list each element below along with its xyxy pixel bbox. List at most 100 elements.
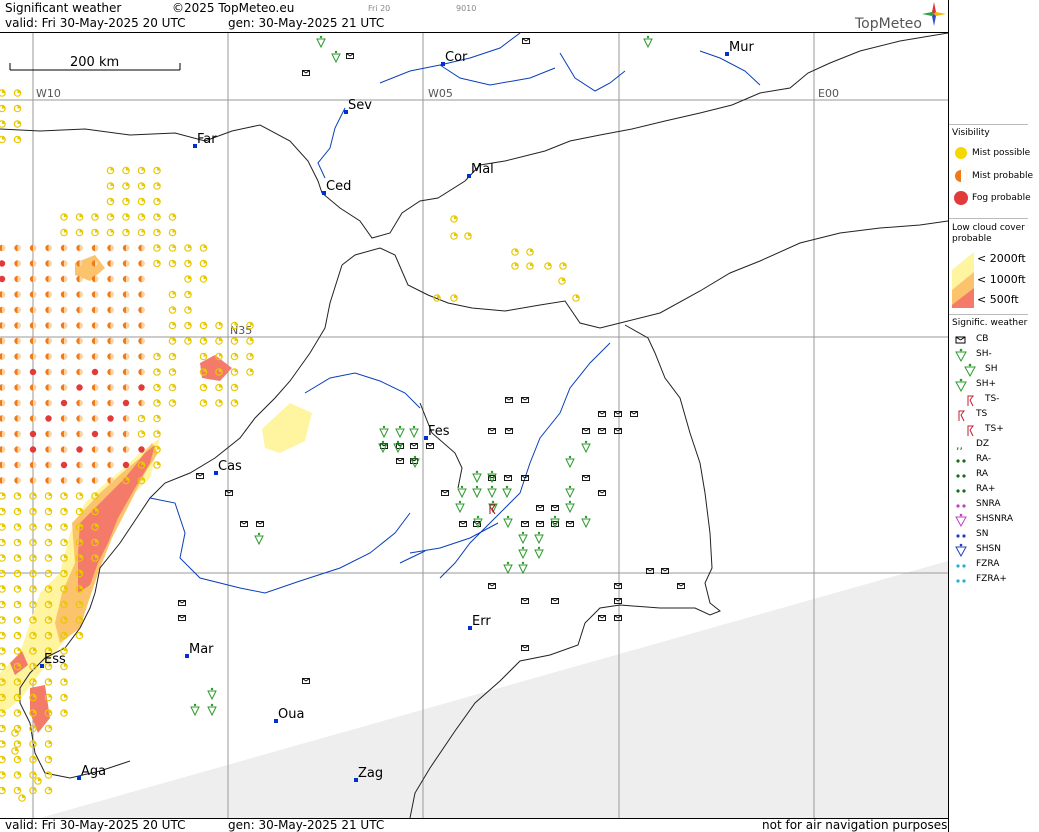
mist-probable-symbol bbox=[29, 275, 37, 283]
mist-probable-symbol bbox=[45, 322, 52, 329]
mist-probable-symbol bbox=[76, 306, 83, 314]
mist-probable-symbol bbox=[107, 399, 114, 407]
mist-possible-symbol bbox=[91, 228, 99, 237]
mist-possible-symbol bbox=[13, 631, 22, 640]
lowcloud-swatch bbox=[952, 252, 974, 308]
shower-symbol bbox=[581, 440, 591, 454]
mist-possible-symbol bbox=[168, 321, 177, 330]
mist-probable-symbol bbox=[122, 275, 130, 283]
cb-symbol bbox=[521, 645, 529, 651]
legend-weather-shsnra: SHSNRA bbox=[952, 512, 1038, 528]
shower-symbol bbox=[503, 561, 513, 575]
mist-probable-symbol bbox=[45, 446, 52, 453]
shower-symbol bbox=[487, 485, 497, 499]
mist-probable-symbol bbox=[91, 291, 99, 298]
mist-probable-symbol bbox=[122, 368, 130, 376]
cb-symbol bbox=[225, 490, 233, 496]
cb-symbol bbox=[488, 583, 496, 589]
mist-probable-symbol bbox=[14, 368, 21, 376]
cb-symbol bbox=[488, 428, 496, 434]
mist-possible-symbol bbox=[153, 213, 161, 221]
mist-possible-symbol bbox=[44, 755, 53, 764]
mist-possible-symbol bbox=[44, 740, 53, 748]
mist-probable-symbol bbox=[0, 368, 6, 376]
shower-symbol bbox=[207, 687, 217, 701]
cb-symbol bbox=[521, 397, 529, 403]
mist-probable-symbol bbox=[76, 477, 83, 484]
mist-probable-symbol bbox=[14, 353, 21, 360]
fog-symbol bbox=[76, 384, 83, 391]
mist-probable-symbol bbox=[107, 353, 114, 360]
cb-symbol bbox=[536, 505, 544, 511]
shower-symbol bbox=[378, 440, 388, 454]
mist-probable-symbol bbox=[91, 477, 99, 484]
city-oua: Oua bbox=[274, 707, 304, 723]
svg-text:Ced: Ced bbox=[326, 179, 351, 194]
mist-probable-symbol bbox=[14, 399, 21, 407]
fog-symbol bbox=[91, 430, 99, 438]
shower-symbol bbox=[207, 703, 217, 717]
mist-probable-symbol bbox=[60, 353, 68, 360]
map-canvas: W10 W05 E00 N35 200 km CorMurSevFarMalCe… bbox=[0, 33, 948, 818]
cb-symbol bbox=[582, 428, 590, 434]
cb-symbol bbox=[521, 521, 529, 527]
mist-possible-symbol bbox=[153, 383, 161, 392]
mist-probable-symbol bbox=[14, 260, 21, 267]
mist-possible-symbol bbox=[44, 523, 53, 531]
mist-probable-symbol bbox=[138, 244, 145, 252]
cb-symbol bbox=[396, 458, 404, 464]
mist-possible-symbol bbox=[0, 771, 6, 779]
mist-possible-symbol bbox=[13, 135, 22, 144]
mist-possible-symbol bbox=[199, 383, 208, 392]
legend-weather-ra-: RA+ bbox=[952, 482, 1038, 498]
shower-symbol bbox=[395, 425, 405, 439]
mist-probable-symbol bbox=[60, 368, 68, 376]
mist-possible-symbol bbox=[246, 352, 254, 361]
mist-possible-symbol bbox=[137, 182, 146, 190]
cb-symbol bbox=[614, 411, 622, 417]
mist-probable-symbol bbox=[91, 399, 99, 407]
legend-weather-fzra: FZRA bbox=[952, 557, 1038, 573]
mist-probable-symbol bbox=[45, 399, 52, 407]
mist-possible-symbol bbox=[0, 585, 6, 593]
cb-symbol bbox=[302, 678, 310, 684]
mist-possible-symbol bbox=[511, 248, 519, 256]
mist-probable-symbol bbox=[76, 415, 83, 422]
mist-possible-symbol bbox=[122, 182, 130, 190]
mist-possible-symbol bbox=[13, 740, 22, 748]
mist-probable-symbol bbox=[107, 260, 114, 267]
run-tag: Fri 20 bbox=[368, 4, 391, 13]
mist-possible-symbol bbox=[230, 399, 239, 407]
legend-visibility-title: Visibility bbox=[952, 128, 990, 138]
mist-probable-symbol bbox=[14, 477, 21, 484]
mist-possible-symbol bbox=[11, 747, 19, 755]
weather-map: W10 W05 E00 N35 200 km Cor Mur Sev Far M… bbox=[0, 32, 948, 819]
mist-possible-symbol bbox=[60, 538, 68, 547]
mist-possible-symbol bbox=[44, 507, 53, 516]
mist-possible-symbol bbox=[60, 678, 68, 686]
mist-possible-symbol bbox=[0, 538, 6, 547]
shower-symbol bbox=[409, 425, 419, 439]
mist-possible-symbol bbox=[44, 538, 53, 547]
mist-probable-symbol bbox=[76, 461, 83, 469]
mist-probable-symbol bbox=[45, 244, 52, 252]
fog-symbol bbox=[29, 430, 37, 438]
legend-weather-snra: SNRA bbox=[952, 497, 1038, 513]
rain-light-icon bbox=[954, 453, 968, 467]
mist-probable-symbol bbox=[60, 415, 68, 422]
mist-possible-symbol bbox=[60, 228, 68, 237]
mist-possible-symbol bbox=[13, 492, 22, 500]
mist-possible-symbol bbox=[13, 786, 22, 795]
mist-possible-symbol bbox=[184, 290, 192, 299]
mist-possible-symbol bbox=[137, 414, 146, 423]
mist-probable-symbol bbox=[76, 337, 83, 345]
city-mal: Mal bbox=[467, 162, 494, 178]
mist-possible-symbol bbox=[75, 631, 84, 640]
mist-possible-symbol bbox=[0, 600, 6, 609]
mist-probable-symbol bbox=[0, 415, 6, 422]
mist-possible-symbol bbox=[13, 554, 22, 562]
mist-probable-symbol bbox=[14, 322, 21, 329]
cb-symbol bbox=[178, 615, 186, 621]
mist-possible-symbol bbox=[215, 337, 223, 345]
rivers bbox=[149, 33, 761, 594]
